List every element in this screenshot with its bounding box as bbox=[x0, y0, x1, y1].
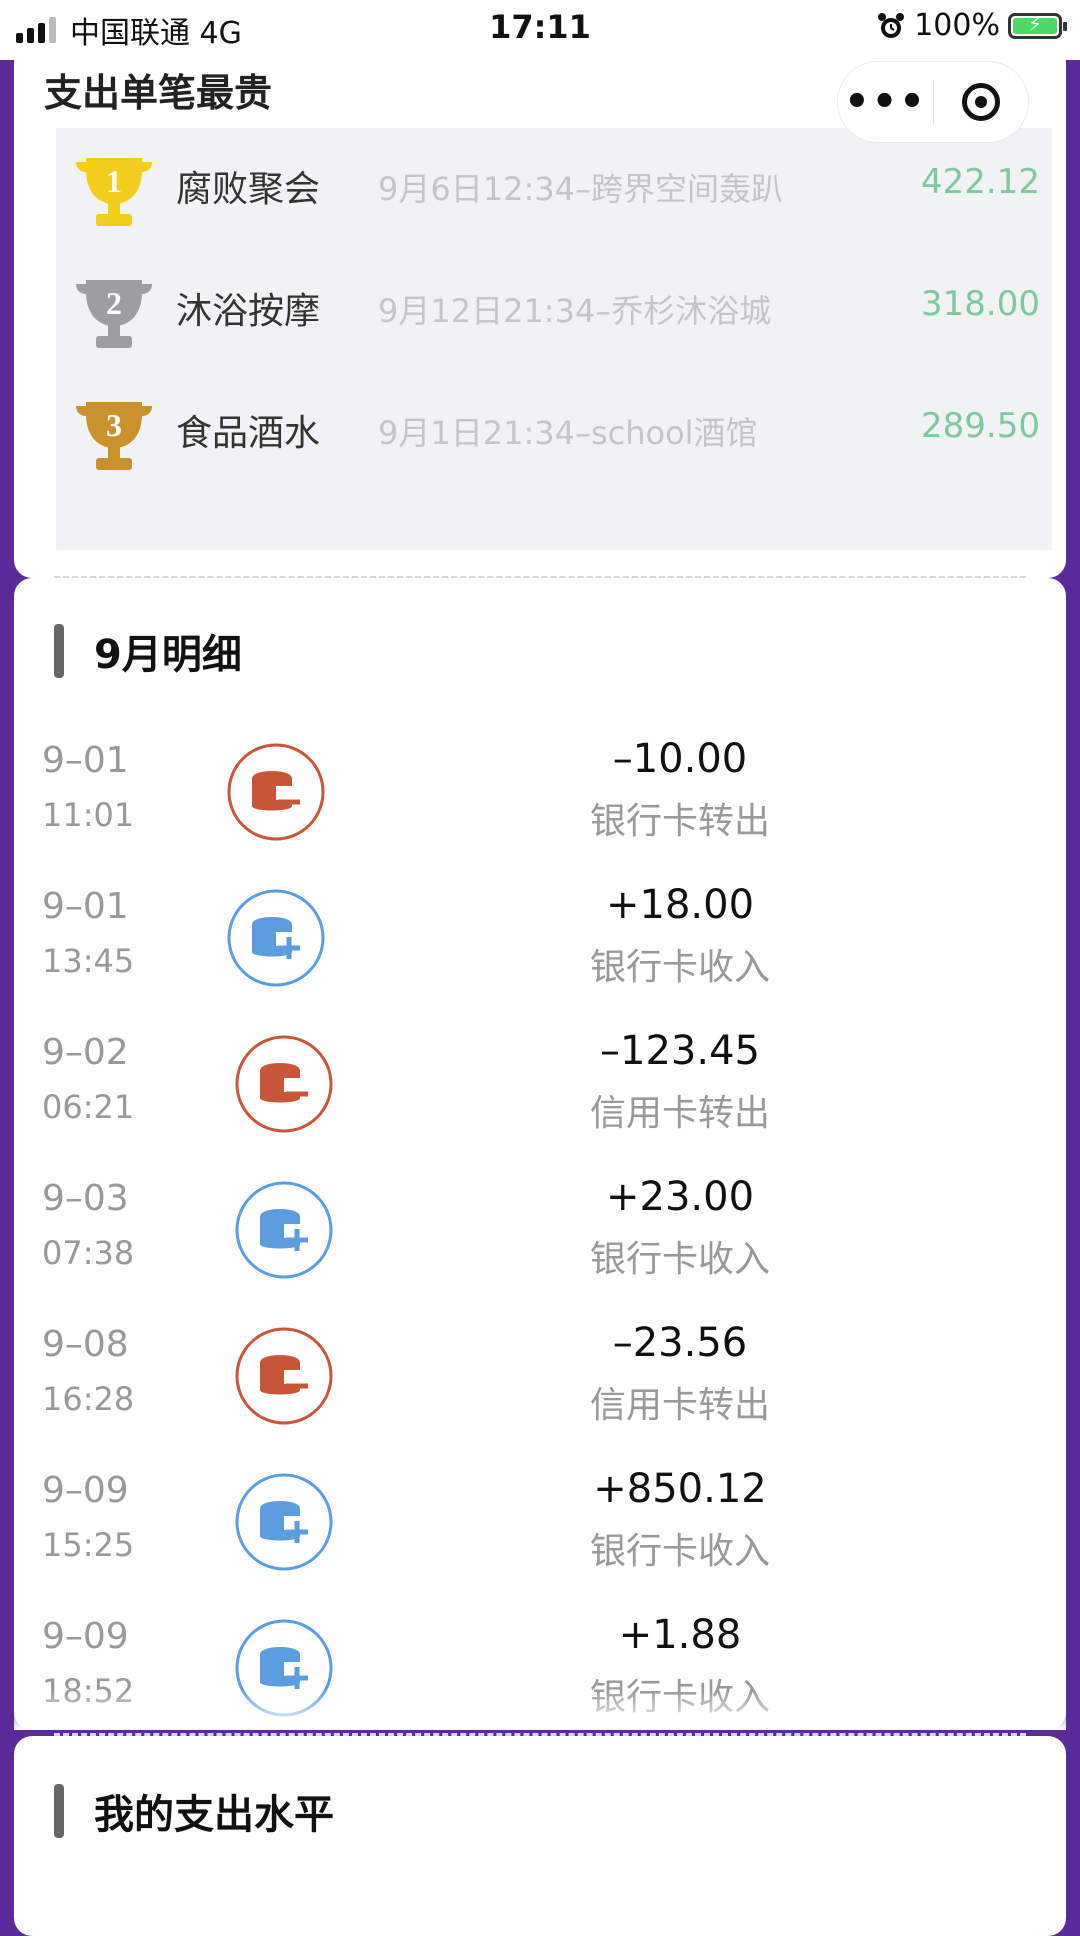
transaction-row[interactable]: 9–01 11:01 –10.00 银行卡转出 bbox=[0, 736, 1080, 886]
tx-amount: +1.88 bbox=[618, 1612, 742, 1658]
tx-type: 银行卡转出 bbox=[589, 801, 770, 842]
tx-date: 9–08 bbox=[42, 1324, 129, 1365]
bank-out-icon bbox=[227, 743, 325, 841]
transaction-row[interactable]: 9–01 13:45 +18.00 银行卡收入 bbox=[0, 882, 1080, 1032]
tx-time: 15:25 bbox=[42, 1526, 135, 1564]
credit-out-icon bbox=[235, 1327, 333, 1425]
ranking-panel: 1 腐败聚会 9月6日12:34–跨界空间轰趴 422.12 2 沐浴按摩 9月… bbox=[56, 128, 1052, 550]
ranking-row-3[interactable]: 3 食品酒水 9月1日21:34–school酒馆 289.50 bbox=[56, 382, 1052, 482]
ranking-category: 腐败聚会 bbox=[176, 169, 321, 210]
ranking-row-2[interactable]: 2 沐浴按摩 9月12日21:34–乔杉沐浴城 318.00 bbox=[56, 260, 1052, 360]
tx-amount: –10.00 bbox=[612, 736, 748, 782]
tx-time: 07:38 bbox=[42, 1234, 135, 1272]
credit-out-icon bbox=[235, 1035, 333, 1133]
section-title: 我的支出水平 bbox=[54, 1782, 334, 1840]
transaction-row[interactable]: 9–09 15:25 +850.12 银行卡收入 bbox=[0, 1466, 1080, 1616]
tx-time: 11:01 bbox=[42, 796, 135, 834]
section-bar bbox=[54, 624, 64, 678]
status-right: 100% ⚡ bbox=[876, 8, 1067, 43]
section-bar bbox=[54, 1784, 64, 1838]
rank-number: 3 bbox=[106, 407, 122, 443]
tx-type: 银行卡收入 bbox=[589, 1531, 770, 1572]
tx-amount: –23.56 bbox=[612, 1320, 748, 1366]
tx-time: 13:45 bbox=[42, 942, 135, 980]
ranking-category: 食品酒水 bbox=[176, 413, 321, 454]
tx-type: 信用卡转出 bbox=[589, 1093, 770, 1134]
bank-in-icon bbox=[235, 1181, 333, 1279]
spending-level-card: 我的支出水平 bbox=[14, 1736, 1066, 1936]
tx-amount: –123.45 bbox=[600, 1028, 760, 1074]
bank-in-icon bbox=[227, 889, 325, 987]
bronze-trophy-icon: 3 bbox=[76, 402, 152, 470]
tx-date: 9–09 bbox=[42, 1616, 129, 1657]
silver-trophy-icon: 2 bbox=[76, 280, 152, 348]
close-target-icon[interactable] bbox=[934, 62, 1028, 142]
transaction-row[interactable]: 9–08 16:28 –23.56 信用卡转出 bbox=[0, 1320, 1080, 1470]
tx-time: 16:28 bbox=[42, 1380, 135, 1418]
page-title: 支出单笔最贵 bbox=[44, 71, 273, 115]
transaction-row[interactable]: 9–02 06:21 –123.45 信用卡转出 bbox=[0, 1028, 1080, 1178]
tx-date: 9–03 bbox=[42, 1178, 129, 1219]
ranking-amount: 318.00 bbox=[921, 284, 1040, 324]
list-fade bbox=[14, 1690, 1066, 1730]
transaction-row[interactable]: 9–03 07:38 +23.00 银行卡收入 bbox=[0, 1174, 1080, 1324]
ranking-category: 沐浴按摩 bbox=[176, 291, 321, 332]
status-bar: 中国联通 4G 17:11 100% ⚡ bbox=[0, 0, 1080, 60]
ranking-detail: 9月1日21:34–school酒馆 bbox=[378, 414, 758, 452]
tx-amount: +23.00 bbox=[605, 1174, 755, 1220]
bank-in-icon bbox=[235, 1473, 333, 1571]
alarm-icon bbox=[878, 12, 905, 38]
tx-date: 9–02 bbox=[42, 1032, 129, 1073]
battery-percent: 100% bbox=[914, 8, 1000, 43]
section-title-text: 我的支出水平 bbox=[94, 1792, 334, 1838]
tx-date: 9–01 bbox=[42, 740, 129, 781]
tx-type: 银行卡收入 bbox=[589, 947, 770, 988]
mini-program-capsule: ••• bbox=[838, 62, 1028, 142]
battery-icon: ⚡ bbox=[1008, 12, 1067, 39]
ranking-amount: 422.12 bbox=[921, 162, 1040, 202]
tx-type: 银行卡收入 bbox=[589, 1239, 770, 1280]
section-title-text: 9月明细 bbox=[94, 632, 242, 678]
monthly-detail-card: 9月明细 9–01 11:01 –10.00 银行卡转出 9–01 13:45 … bbox=[14, 578, 1066, 1730]
tx-amount: +850.12 bbox=[593, 1466, 767, 1512]
ranking-detail: 9月12日21:34–乔杉沐浴城 bbox=[378, 292, 772, 330]
ranking-detail: 9月6日12:34–跨界空间轰趴 bbox=[378, 170, 783, 208]
tx-type: 信用卡转出 bbox=[589, 1385, 770, 1426]
tx-date: 9–09 bbox=[42, 1470, 129, 1511]
section-title: 9月明细 bbox=[54, 622, 242, 680]
rank-number: 2 bbox=[106, 285, 122, 321]
ranking-amount: 289.50 bbox=[921, 406, 1040, 446]
more-dots-icon[interactable]: ••• bbox=[838, 62, 933, 142]
ranking-row-1[interactable]: 1 腐败聚会 9月6日12:34–跨界空间轰趴 422.12 bbox=[56, 138, 1052, 238]
tx-amount: +18.00 bbox=[605, 882, 755, 928]
tx-time: 06:21 bbox=[42, 1088, 135, 1126]
gold-trophy-icon: 1 bbox=[76, 158, 152, 226]
rank-number: 1 bbox=[106, 163, 122, 199]
tx-date: 9–01 bbox=[42, 886, 129, 927]
